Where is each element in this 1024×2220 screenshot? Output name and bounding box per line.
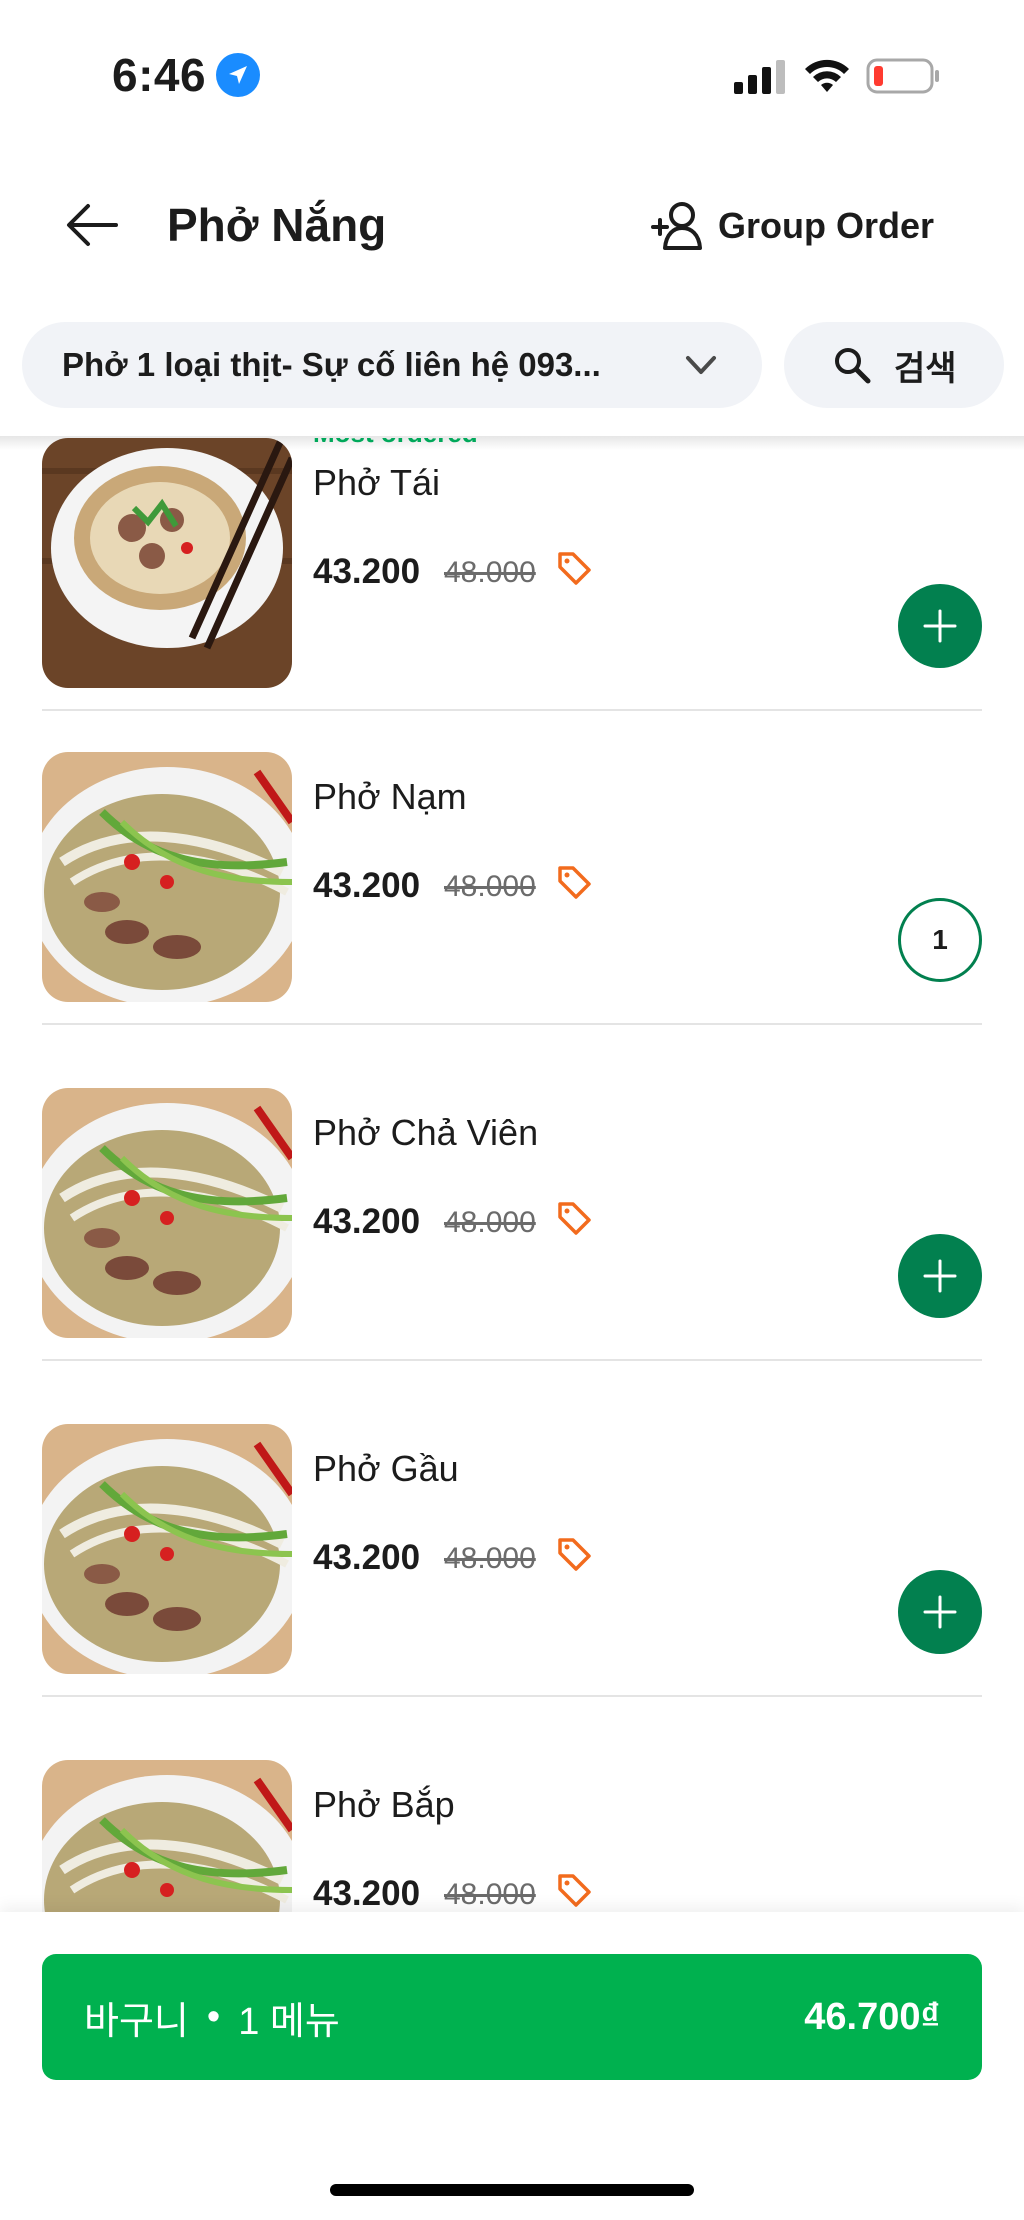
item-price: 43.200 xyxy=(313,552,421,591)
cellular-signal-icon xyxy=(734,60,785,94)
item-divider xyxy=(42,1695,982,1697)
item-price: 43.200 xyxy=(313,1538,421,1577)
add-to-cart-button[interactable] xyxy=(898,1570,982,1654)
cart-total: 46.700₫ xyxy=(804,1995,940,2038)
item-quantity-button[interactable]: 1 xyxy=(898,898,982,982)
add-to-cart-button[interactable] xyxy=(898,1234,982,1318)
status-bar: 6:46 xyxy=(0,0,1024,150)
category-selected-label: Phở 1 loại thịt- Sự cố liên hệ 093... xyxy=(62,346,601,383)
item-price: 43.200 xyxy=(313,866,421,905)
item-price: 43.200 xyxy=(313,1202,421,1241)
discount-tag-icon xyxy=(558,1202,591,1235)
item-price: 43.200 xyxy=(313,1874,421,1912)
menu-item-pho-cha-vien[interactable]: Phở Chả Viên 43.200 48.000 xyxy=(0,1088,1024,1424)
food-photo-pho-cha-vien xyxy=(42,1088,292,1338)
battery-low-icon xyxy=(866,58,939,94)
item-original-price: 48.000 xyxy=(444,1878,536,1911)
status-time: 6:46 xyxy=(112,49,207,101)
food-photo-pho-tai xyxy=(42,438,292,688)
item-divider xyxy=(42,1359,982,1361)
most-ordered-badge: Most ordered xyxy=(313,438,478,449)
cart-bar: 바구니 • 1 메뉴 46.700₫ xyxy=(0,1912,1024,2220)
store-title: Phở Nắng xyxy=(167,199,387,251)
food-photo-pho-gau xyxy=(42,1424,292,1674)
discount-tag-icon xyxy=(558,1538,591,1571)
food-photo-pho-bap xyxy=(42,1760,292,1912)
group-add-icon xyxy=(651,202,702,250)
group-order-button[interactable]: Group Order xyxy=(648,196,934,256)
cart-item-count: 1 메뉴 xyxy=(238,2000,340,2043)
plus-icon xyxy=(923,1259,957,1293)
item-name: Phở Nạm xyxy=(313,776,467,817)
chevron-down-icon xyxy=(686,356,716,374)
plus-icon xyxy=(923,1595,957,1629)
item-name: Phở Chả Viên xyxy=(313,1112,539,1153)
item-name: Phở Gầu xyxy=(313,1448,459,1489)
view-cart-button[interactable]: 바구니 • 1 메뉴 46.700₫ xyxy=(42,1954,982,2080)
item-original-price: 48.000 xyxy=(444,1206,536,1239)
item-name: Phở Tái xyxy=(313,462,441,503)
food-photo-pho-nam xyxy=(42,752,292,1002)
category-dropdown[interactable]: Phở 1 loại thịt- Sự cố liên hệ 093... xyxy=(22,322,762,408)
location-arrow-icon xyxy=(216,53,260,97)
wifi-icon xyxy=(805,59,849,92)
item-divider xyxy=(42,1023,982,1025)
search-icon xyxy=(835,348,871,384)
item-divider xyxy=(42,709,982,711)
menu-item-pho-bap[interactable]: Phở Bắp 43.200 48.000 xyxy=(0,1760,1024,1912)
menu-item-pho-tai[interactable]: Most ordered Phở Tái 43.200 48.000 xyxy=(0,438,1024,774)
add-to-cart-button[interactable] xyxy=(898,584,982,668)
item-original-price: 48.000 xyxy=(444,556,536,589)
discount-tag-icon xyxy=(558,552,591,585)
menu-item-pho-gau[interactable]: Phở Gầu 43.200 48.000 xyxy=(0,1424,1024,1760)
discount-tag-icon xyxy=(558,866,591,899)
back-arrow-icon[interactable] xyxy=(64,200,120,250)
cart-separator: • xyxy=(206,1995,221,2038)
group-order-label: Group Order xyxy=(718,205,935,246)
search-button[interactable]: 검색 xyxy=(784,322,1004,408)
menu-item-pho-nam[interactable]: Phở Nạm 43.200 48.000 1 xyxy=(0,752,1024,1088)
discount-tag-icon xyxy=(558,1874,591,1907)
item-name: Phở Bắp xyxy=(313,1784,455,1825)
store-header: Phở Nắng Group Order xyxy=(0,180,1024,270)
filter-row: Phở 1 loại thịt- Sự cố liên hệ 093... 검색 xyxy=(0,322,1024,410)
menu-list[interactable]: Most ordered Phở Tái 43.200 48.000 xyxy=(0,438,1024,1912)
home-indicator[interactable] xyxy=(330,2184,694,2196)
item-original-price: 48.000 xyxy=(444,1542,536,1575)
plus-icon xyxy=(923,609,957,643)
item-original-price: 48.000 xyxy=(444,870,536,903)
cart-label: 바구니 xyxy=(84,2000,189,2043)
search-label: 검색 xyxy=(894,349,957,388)
